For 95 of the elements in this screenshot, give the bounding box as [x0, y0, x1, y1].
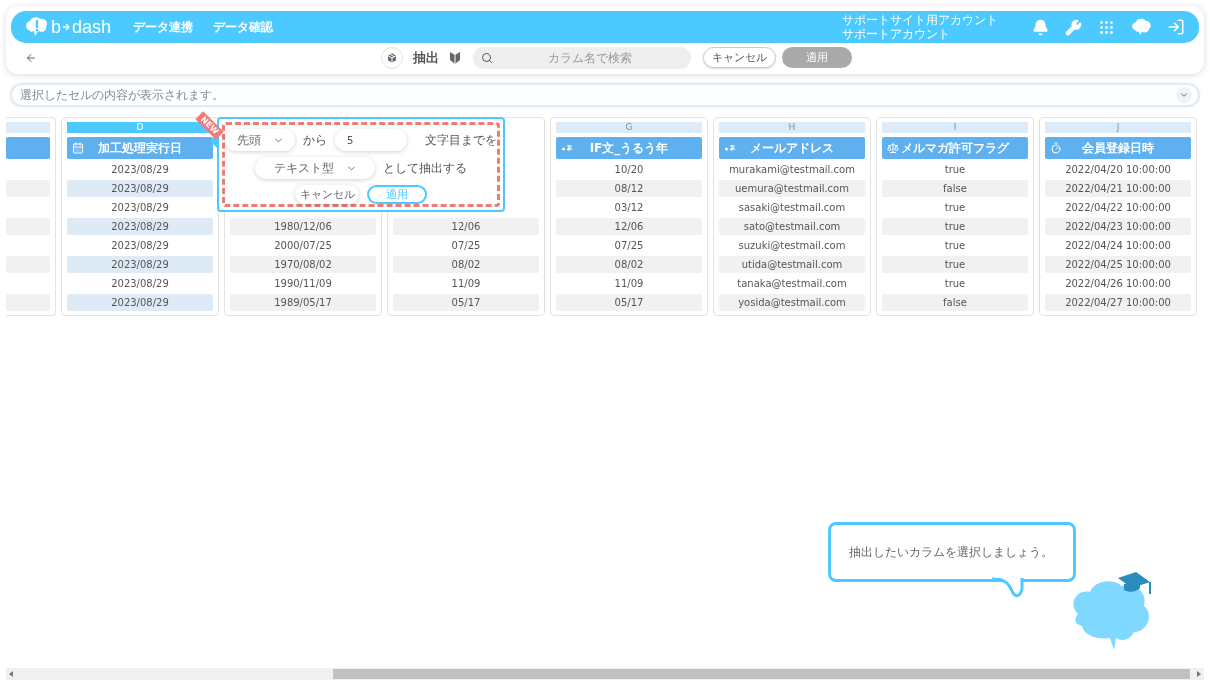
search-field[interactable]: カラム名で検索	[473, 46, 691, 69]
table-cell: 2022/04/23 10:00:00	[1045, 218, 1191, 235]
table-cell-text: 2023/08/29	[110, 277, 170, 291]
apps-grid-icon[interactable]	[1098, 18, 1115, 36]
timer-icon	[1050, 142, 1062, 154]
table-cell: false	[882, 180, 1028, 197]
cell-content-field[interactable]: 選択したセルの内容が表示されます。	[10, 83, 1200, 107]
table-cell: 2023/08/29	[67, 218, 213, 235]
table-cell: 08/02	[556, 256, 702, 273]
column-letter-bar[interactable]: H	[719, 122, 865, 133]
table-cell: 08/02	[393, 256, 539, 273]
column-letter-bar[interactable]: G	[556, 122, 702, 133]
cancel-button[interactable]: キャンセル	[703, 47, 776, 68]
extract-label: として抽出する	[383, 159, 467, 177]
from-label: から	[303, 131, 327, 149]
table-cell: 08/12	[556, 180, 702, 197]
bell-icon[interactable]	[1032, 18, 1049, 36]
account-name: サポートサイト用アカウント	[842, 13, 998, 27]
table-cell-text: 2022/04/20 10:00:00	[1064, 163, 1172, 177]
table-cell: 1970/08/02	[230, 256, 376, 273]
table-cell-text: true	[943, 163, 967, 177]
table-cell: 1980/12/06	[230, 218, 376, 235]
table-cell-text: 11/09	[450, 277, 482, 291]
calendar-icon	[72, 142, 84, 154]
table-cell-text: 2022/04/22 10:00:00	[1064, 201, 1172, 215]
column-header[interactable]: メールアドレス	[719, 137, 865, 159]
login-icon[interactable]	[1167, 18, 1185, 36]
table-cell-text: 2022/04/26 10:00:00	[1064, 277, 1172, 291]
table-cell-text: 2022/04/24 10:00:00	[1064, 239, 1172, 253]
column-letter-bar[interactable]: J	[1045, 122, 1191, 133]
position-select[interactable]: 先頭	[225, 129, 295, 151]
table-cell: 2022/04/21 10:00:00	[1045, 180, 1191, 197]
table-cell-text: true	[943, 277, 967, 291]
column-header[interactable]: 加工処理実行日	[67, 137, 213, 159]
back-arrow-icon[interactable]	[25, 51, 37, 64]
table-cell-text: tanaka@testmail.com	[736, 277, 848, 291]
column-header[interactable]	[6, 137, 50, 159]
table-cell-text: 10/20	[613, 163, 645, 177]
table-cell-text: 2000/07/25	[273, 239, 333, 253]
column-letter-bar	[6, 122, 50, 133]
table-cell-text: 03/12	[613, 201, 645, 215]
table-cell-text: 2023/08/29	[110, 201, 170, 215]
apply-button[interactable]: 適用	[367, 185, 427, 204]
table-cell: yosida@testmail.com	[719, 294, 865, 311]
scale-icon	[887, 142, 899, 154]
count-field[interactable]: 5	[335, 129, 407, 151]
cancel-button[interactable]: キャンセル	[295, 185, 359, 204]
column-header[interactable]: メルマガ許可フラグ	[882, 137, 1028, 159]
logo-text: dash	[72, 16, 112, 38]
type-select[interactable]: テキスト型	[255, 157, 375, 179]
table-cell-text: true	[943, 239, 967, 253]
table-cell-text: 2023/08/29	[110, 163, 170, 177]
column-letter-bar[interactable]: I	[882, 122, 1028, 133]
logo-icon	[25, 16, 49, 38]
text-type-icon	[724, 144, 736, 152]
table-cell-text: murakami@testmail.com	[728, 163, 856, 177]
table-cell-text: 1990/11/09	[273, 277, 333, 291]
cloud-chat-icon[interactable]	[1131, 18, 1151, 36]
table-cell: sato@testmail.com	[719, 218, 865, 235]
table-cell: 2023/08/29	[67, 180, 213, 197]
table-cell-text: true	[943, 201, 967, 215]
table-cell: 2023/08/29	[67, 294, 213, 311]
count-suffix-label: 文字目までを	[425, 131, 497, 149]
table-cell: 05/17	[393, 294, 539, 311]
table-cell-text: 07/25	[450, 239, 482, 253]
table-cell-text: 07/25	[613, 239, 645, 253]
table-cell: utida@testmail.com	[719, 256, 865, 273]
table-cell: 2022/04/25 10:00:00	[1045, 256, 1191, 273]
table-cell-text: 11/09	[613, 277, 645, 291]
logo-text: b	[51, 16, 61, 38]
table-cell-text: sasaki@testmail.com	[737, 201, 847, 215]
hint-message: 抽出したいカラムを選択しましょう。	[849, 543, 1053, 561]
table-cell-text: 2023/08/29	[110, 239, 170, 253]
mode-title: 抽出	[413, 48, 439, 67]
wrench-icon[interactable]	[1065, 18, 1082, 36]
table-cell: 2023/08/29	[67, 256, 213, 273]
account-name: サポートアカウント	[842, 27, 951, 41]
nav-link[interactable]: データ確認	[213, 18, 274, 36]
horizontal-scrollbar[interactable]	[6, 668, 1204, 680]
table-cell: 1989/05/17	[230, 294, 376, 311]
column-header[interactable]: 会員登録日時	[1045, 137, 1191, 159]
nav-link[interactable]: データ連携	[133, 18, 194, 36]
table-cell: uemura@testmail.com	[719, 180, 865, 197]
table-cell: true	[882, 218, 1028, 235]
text-type-icon	[561, 144, 573, 152]
table-cell: 05/17	[556, 294, 702, 311]
column-header[interactable]: IF文_うるう年	[556, 137, 702, 159]
table-cell: 2022/04/27 10:00:00	[1045, 294, 1191, 311]
table-cell: false	[882, 294, 1028, 311]
table-cell-text: suzuki@testmail.com	[737, 239, 847, 253]
table-cell: true	[882, 256, 1028, 273]
table-cell: 12/06	[393, 218, 539, 235]
table-cell: 12/06	[556, 218, 702, 235]
logo-arrow-icon	[63, 23, 70, 31]
search-icon	[481, 51, 493, 64]
